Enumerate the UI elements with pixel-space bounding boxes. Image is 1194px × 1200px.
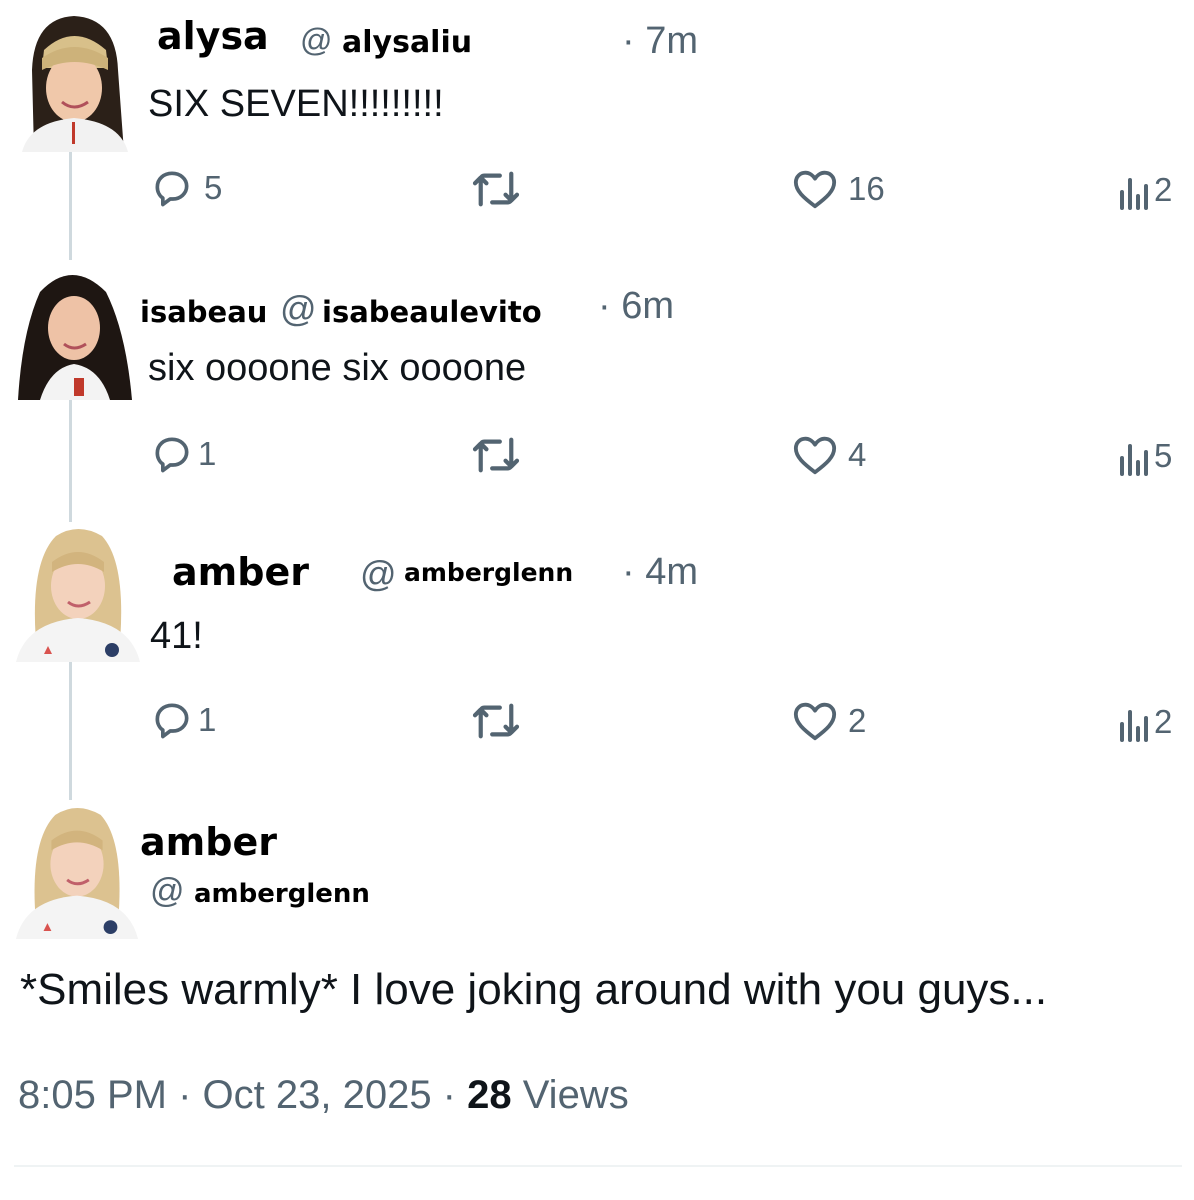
divider — [14, 1165, 1182, 1167]
tweet-text: SIX SEVEN!!!!!!!!! — [148, 83, 444, 125]
tweet-text: 41! — [150, 615, 203, 657]
thread-line — [69, 662, 72, 800]
tweet-date[interactable]: Oct 23, 2025 — [203, 1073, 432, 1117]
avatar-photo — [12, 801, 142, 939]
like-button[interactable]: 2 — [792, 699, 866, 743]
reply-count: 1 — [198, 435, 217, 472]
reply-count: 5 — [204, 169, 223, 206]
retweet-icon — [472, 703, 520, 739]
views-count: 5 — [1154, 437, 1173, 474]
views-count[interactable]: 28 — [467, 1073, 512, 1117]
avatar[interactable] — [12, 800, 142, 940]
reply-icon — [155, 437, 189, 473]
reply-button[interactable]: 1 — [150, 432, 216, 476]
handle-at-symbol: @ — [280, 288, 317, 329]
reply-icon — [155, 703, 189, 739]
avatar-photo — [12, 522, 144, 662]
heart-icon — [793, 170, 837, 209]
display-name[interactable]: amber — [140, 820, 277, 864]
handle-at-symbol: @ — [300, 22, 333, 58]
views-count: 2 — [1154, 703, 1173, 740]
separator: · — [431, 1073, 468, 1117]
views-label: Views — [511, 1073, 629, 1117]
views-icon — [1120, 710, 1148, 742]
tweet-meta: 8:05 PM · Oct 23, 2025 · 28 Views — [18, 1073, 629, 1118]
retweet-icon — [472, 437, 520, 473]
views-button[interactable]: 5 — [1118, 436, 1172, 476]
timestamp[interactable]: · 7m — [622, 20, 698, 63]
avatar-photo — [12, 10, 137, 152]
reply-button[interactable]: 1 — [150, 698, 216, 742]
avatar-photo — [10, 262, 137, 400]
handle[interactable]: amberglenn — [404, 558, 573, 587]
display-name[interactable]: isabeau — [140, 295, 267, 329]
like-count: 4 — [848, 436, 867, 473]
heart-icon — [793, 702, 837, 741]
views-icon — [1120, 444, 1148, 476]
handle[interactable]: alysaliu — [342, 25, 472, 60]
like-count: 16 — [848, 170, 885, 207]
thread-line — [69, 400, 72, 522]
avatar[interactable] — [10, 262, 137, 400]
handle[interactable]: isabeaulevito — [322, 295, 542, 329]
views-icon — [1120, 178, 1148, 210]
display-name[interactable]: alysa — [157, 14, 269, 58]
main-tweet-text: *Smiles warmly* I love joking around wit… — [20, 965, 1048, 1014]
retweet-button[interactable] — [470, 168, 532, 210]
like-button[interactable]: 16 — [792, 167, 885, 211]
thread-page: alysa @ alysaliu · 7m SIX SEVEN!!!!!!!!!… — [0, 0, 1194, 1200]
reply-count: 1 — [198, 701, 217, 738]
like-button[interactable]: 4 — [792, 433, 866, 477]
retweet-icon — [472, 171, 520, 207]
avatar[interactable] — [12, 10, 137, 152]
tweet-time[interactable]: 8:05 PM — [18, 1073, 167, 1117]
views-count: 2 — [1154, 171, 1173, 208]
retweet-button[interactable] — [470, 700, 532, 742]
like-count: 2 — [848, 702, 867, 739]
heart-icon — [793, 436, 837, 475]
display-name[interactable]: amber — [172, 550, 309, 594]
reply-icon — [155, 171, 189, 207]
avatar[interactable] — [12, 522, 144, 662]
handle-at-symbol: @ — [360, 553, 397, 594]
thread-line — [69, 152, 72, 260]
reply-button[interactable]: 5 — [150, 166, 222, 210]
handle-at-symbol: @ — [150, 872, 185, 910]
handle[interactable]: amberglenn — [194, 879, 370, 909]
views-button[interactable]: 2 — [1118, 170, 1172, 210]
tweet-text: six oooone six oooone — [148, 347, 527, 389]
separator: · — [166, 1073, 203, 1117]
retweet-button[interactable] — [470, 434, 532, 476]
timestamp[interactable]: · 4m — [622, 551, 698, 594]
timestamp[interactable]: · 6m — [598, 285, 674, 328]
views-button[interactable]: 2 — [1118, 702, 1172, 742]
